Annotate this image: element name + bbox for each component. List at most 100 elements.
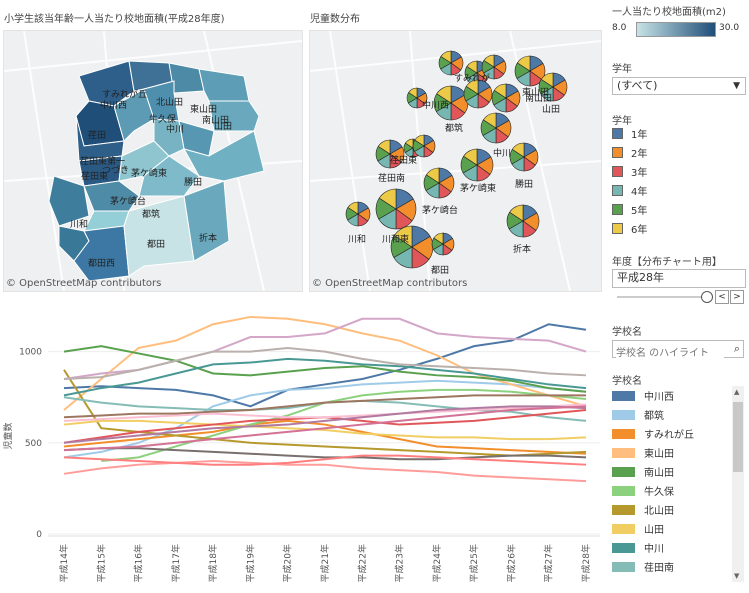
chevron-down-icon: ▼ <box>733 81 740 91</box>
map2-school-label: 茅ケ崎東 <box>460 182 496 194</box>
year-param-label: 年度【分布チャート用】 <box>612 257 722 268</box>
map2-school-label: 川和 <box>348 234 366 245</box>
map2-attribution[interactable]: © OpenStreetMap contributors <box>312 278 467 289</box>
map2-title: 児童数分布 <box>310 14 360 25</box>
year-param-value: 平成28年 <box>617 271 664 284</box>
school-swatch <box>612 390 635 401</box>
map2-school-label: 川和東 <box>382 233 409 245</box>
map1-district-label: 川和 <box>70 219 88 230</box>
x-tick-label: 平成16年 <box>133 544 145 582</box>
grade-legend-item[interactable]: 3年 <box>612 162 742 181</box>
grade-swatch <box>612 185 623 196</box>
grade-legend-label: 5年 <box>631 206 648 217</box>
slider-handle[interactable] <box>701 291 713 303</box>
map1-district-label: つづき <box>102 165 129 176</box>
series-line[interactable] <box>63 346 587 380</box>
legend-scrollbar[interactable]: ▲ ▼ <box>732 386 744 582</box>
pie-map-svg: すみれが東山田中川西南山田山田都筑荏田東中川荏田南茅ケ崎東 勝田茅ケ崎台川和 川和東… <box>310 31 601 291</box>
map2-school-label: 中川西 <box>422 99 449 111</box>
grade-legend-label: 1年 <box>631 130 648 141</box>
school-legend-item[interactable]: 中川 <box>612 538 730 557</box>
search-icon[interactable]: ⌕ <box>734 342 740 356</box>
school-legend-label: 荏田南 <box>644 563 674 574</box>
school-legend: 中川西都筑すみれが丘東山田南山田牛久保北山田 山田 中川荏田南 <box>612 386 730 576</box>
school-legend-item[interactable]: 北山田 <box>612 500 730 519</box>
y-tick-label: 1000 <box>19 348 42 358</box>
map2-school-label: 都田 <box>431 265 449 276</box>
school-legend-label: 東山田 <box>644 449 674 460</box>
grade-swatch <box>612 204 623 215</box>
y-tick-label: 500 <box>25 439 42 449</box>
map1-district-label: 都筑 <box>142 208 160 220</box>
choropleth-map[interactable]: すみれが丘 中川西 北山田 東山田 牛久保 南山田 荏田 山田 中川 荏田東第一 荏田東 つづき 茅ケ崎… <box>3 30 303 292</box>
school-legend-item[interactable]: 中川西 <box>612 386 730 405</box>
scroll-down-icon[interactable]: ▼ <box>734 572 739 580</box>
map1-district-label: すみれが丘 <box>102 88 147 100</box>
map2-school-label: 山田 <box>542 104 560 115</box>
school-legend-item[interactable]: 南山田 <box>612 462 730 481</box>
grade-filter-dropdown[interactable]: (すべて) ▼ <box>612 77 746 95</box>
y-tick-label: 0 <box>36 530 42 540</box>
color-gradient-bar <box>636 22 716 37</box>
school-legend-item[interactable]: 東山田 <box>612 443 730 462</box>
grade-legend-label: 4年 <box>631 187 648 198</box>
x-tick-label: 平成20年 <box>282 544 294 582</box>
grade-legend: 1年 2年 3年 4年 5年 6年 <box>612 124 742 238</box>
school-swatch <box>612 542 635 553</box>
school-legend-label: 牛久保 <box>644 487 674 498</box>
x-tick-label: 平成23年 <box>394 544 406 582</box>
grade-swatch <box>612 166 623 177</box>
prev-icon[interactable]: < <box>715 290 729 304</box>
map2-school-label: 荏田南 <box>378 172 405 184</box>
map1-district-label: 中川西 <box>100 99 127 111</box>
map1-district-label: 折本 <box>199 232 217 244</box>
scroll-up-icon[interactable]: ▲ <box>734 388 739 396</box>
map1-district-label: 茅ケ崎台 <box>110 195 146 207</box>
map1-district-label: 牛久保 <box>149 113 176 125</box>
year-param-input[interactable]: 平成28年 <box>612 269 746 288</box>
grade-swatch <box>612 223 623 234</box>
school-legend-item[interactable]: 荏田南 <box>612 557 730 576</box>
grade-legend-item[interactable]: 6年 <box>612 219 742 238</box>
map1-district-label: 山田 <box>214 121 232 132</box>
next-icon[interactable]: > <box>730 290 744 304</box>
map1-district-label: 東山田 <box>190 103 217 115</box>
color-legend: 8.0 30.0 <box>612 20 744 38</box>
school-swatch <box>612 561 635 572</box>
school-legend-label: 南山田 <box>644 468 674 479</box>
series-line[interactable] <box>63 323 587 408</box>
series-line[interactable] <box>63 357 587 397</box>
school-search-input[interactable] <box>616 346 724 361</box>
school-search-box[interactable]: ⌕ <box>612 340 744 361</box>
year-slider[interactable]: < > <box>617 290 747 304</box>
map2-school-label: すみれが <box>454 72 490 84</box>
x-tick-label: 平成27年 <box>543 544 555 582</box>
school-legend-label: 都筑 <box>644 411 664 422</box>
x-tick-label: 平成28年 <box>580 544 592 582</box>
color-legend-title: 一人当たり校地面積(m2) <box>612 7 726 18</box>
scrollbar-thumb[interactable] <box>733 402 743 472</box>
grade-legend-item[interactable]: 5年 <box>612 200 742 219</box>
school-search-label: 学校名 <box>612 327 642 338</box>
line-chart[interactable]: 児童数 0 500 1000 平成14年 平成15年 平成16年 平成17年 平成18年 平成… <box>0 296 605 589</box>
school-legend-title: 学校名 <box>612 376 642 387</box>
school-legend-item[interactable]: 都筑 <box>612 405 730 424</box>
school-swatch <box>612 523 635 534</box>
grade-legend-item[interactable]: 1年 <box>612 124 742 143</box>
map1-district-label: 都田西 <box>88 258 115 269</box>
x-tick-label: 平成14年 <box>58 544 70 582</box>
map1-attribution[interactable]: © OpenStreetMap contributors <box>6 278 161 289</box>
slider-track <box>617 296 709 298</box>
school-legend-item[interactable]: 牛久保 <box>612 481 730 500</box>
color-legend-max: 30.0 <box>719 23 740 33</box>
grade-swatch <box>612 147 623 158</box>
grade-legend-item[interactable]: 4年 <box>612 181 742 200</box>
pie-map[interactable]: すみれが 東山田 中川西 南山田 山田 都筑 荏田東 中川 荏田南 茅ケ崎東 勝田 茅ケ崎台 川和 川和東… <box>309 30 602 292</box>
map2-school-label: 南山田 <box>525 92 552 104</box>
map2-school-label: 荏田東 <box>390 154 417 166</box>
grade-legend-item[interactable]: 2年 <box>612 143 742 162</box>
school-legend-item[interactable]: すみれが丘 <box>612 424 730 443</box>
series-line[interactable] <box>63 460 587 483</box>
school-legend-item[interactable]: 山田 <box>612 519 730 538</box>
map1-title: 小学生該当年齢一人当たり校地面積(平成28年度) <box>4 14 225 25</box>
